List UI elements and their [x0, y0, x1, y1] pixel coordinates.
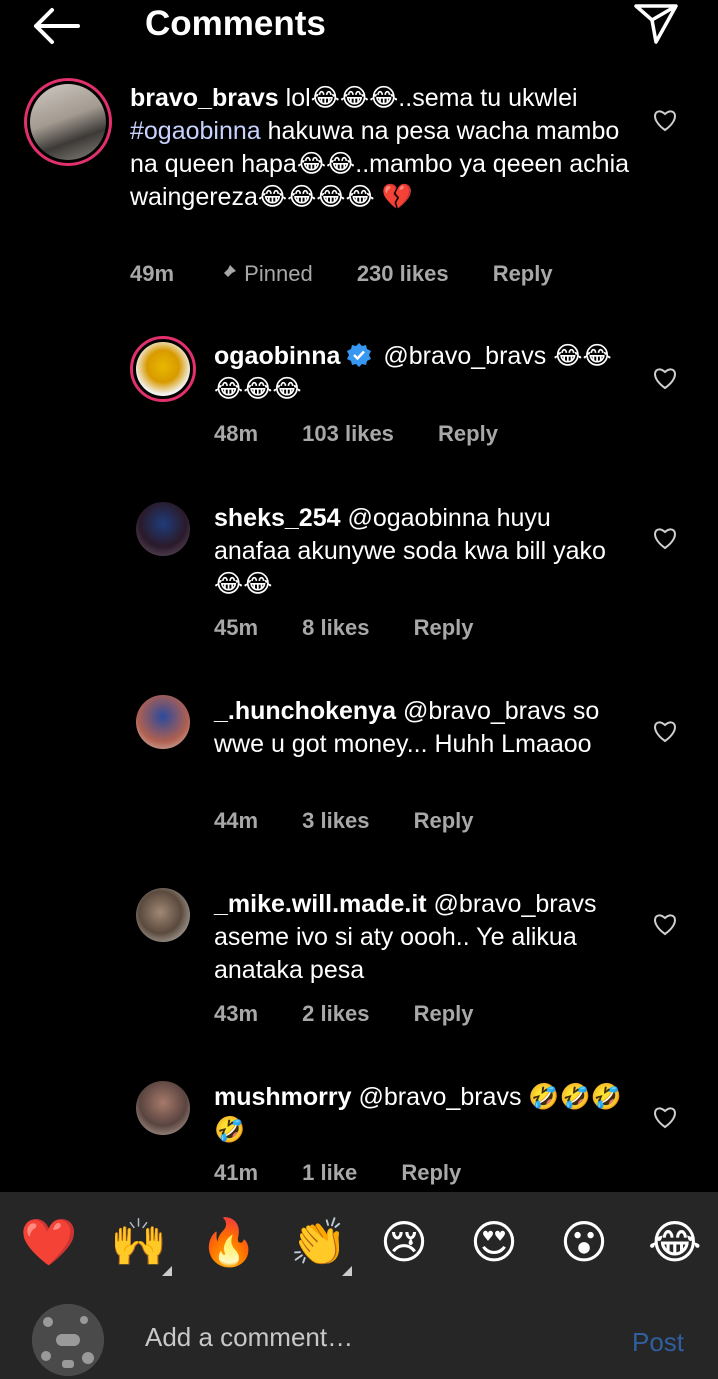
timestamp: 43m — [214, 1001, 259, 1026]
like-heart-icon[interactable] — [652, 719, 678, 743]
reaction-crying-button[interactable]: 😢 — [380, 1216, 428, 1268]
reaction-heart-button[interactable]: ❤️ — [20, 1216, 77, 1268]
username[interactable]: _mike.will.made.it — [214, 890, 427, 918]
post-button[interactable]: Post — [632, 1327, 684, 1358]
skin-tone-indicator-icon — [342, 1266, 352, 1276]
comment-text: bravo_bravs lol😂😂😂..sema tu ukwlei #ogao… — [130, 84, 630, 211]
timestamp: 49m — [130, 261, 175, 286]
skin-tone-indicator-icon — [162, 1266, 172, 1276]
reply-button[interactable]: Reply — [401, 1159, 461, 1187]
reply-button[interactable]: Reply — [414, 614, 474, 642]
reaction-fire-button[interactable]: 🔥 — [200, 1216, 257, 1268]
avatar[interactable] — [130, 336, 196, 402]
like-heart-icon[interactable] — [652, 108, 678, 132]
avatar[interactable] — [136, 502, 190, 556]
like-heart-icon[interactable] — [652, 1105, 678, 1129]
pin-icon — [221, 265, 237, 280]
comment-input[interactable]: Add a comment… — [145, 1322, 353, 1353]
quick-reactions-bar: ❤️ 🙌 🔥 👏 😢 😍 😮 😂 Add a comment… Post — [0, 1192, 718, 1379]
back-arrow-icon[interactable] — [30, 6, 82, 46]
reply-button[interactable]: Reply — [414, 1000, 474, 1028]
reaction-raised-hands-button[interactable]: 🙌 — [110, 1216, 167, 1268]
comment-meta: 49m Pinned 230 likes Reply — [130, 260, 591, 288]
gamepad-pattern-icon — [32, 1304, 104, 1376]
avatar[interactable] — [136, 1081, 190, 1135]
reply-button[interactable]: Reply — [438, 420, 498, 448]
header: Comments — [0, 0, 718, 60]
timestamp: 44m — [214, 808, 259, 833]
avatar[interactable] — [24, 78, 112, 166]
like-heart-icon[interactable] — [652, 526, 678, 550]
comment-text: mushmorry @bravo_bravs 🤣🤣🤣🤣 — [214, 1083, 622, 1144]
username[interactable]: mushmorry — [214, 1083, 352, 1111]
comment-ogaobinna: ogaobinna @bravo_bravs 😂😂😂😂😂 48m 103 lik… — [0, 336, 718, 466]
username[interactable]: sheks_254 — [214, 504, 341, 532]
reply-button[interactable]: Reply — [493, 260, 553, 288]
username[interactable]: bravo_bravs — [130, 84, 279, 112]
reaction-clap-button[interactable]: 👏 — [290, 1216, 347, 1268]
comment-text: ogaobinna @bravo_bravs 😂😂😂😂😂 — [214, 342, 612, 403]
timestamp: 45m — [214, 615, 259, 640]
reaction-surprised-button[interactable]: 😮 — [560, 1216, 608, 1268]
likes-count[interactable]: 8 likes — [302, 614, 369, 642]
like-heart-icon[interactable] — [652, 366, 678, 390]
comment-sheks-254: sheks_254 @ogaobinna huyu anafaa akunywe… — [0, 502, 718, 652]
comment-text: sheks_254 @ogaobinna huyu anafaa akunywe… — [214, 504, 606, 598]
username[interactable]: ogaobinna — [214, 342, 340, 370]
likes-count[interactable]: 1 like — [302, 1159, 357, 1187]
timestamp: 41m — [214, 1160, 259, 1185]
comment-meta: 44m 3 likes Reply — [214, 807, 512, 835]
comment-meta: 41m 1 like Reply — [214, 1159, 499, 1187]
reaction-heart-eyes-button[interactable]: 😍 — [470, 1216, 518, 1268]
comment-text: _.hunchokenya @bravo_bravs so wwe u got … — [214, 697, 600, 758]
pinned-label: Pinned — [218, 260, 313, 288]
avatar[interactable] — [136, 888, 190, 942]
verified-badge-icon — [347, 343, 372, 367]
likes-count[interactable]: 103 likes — [302, 420, 394, 448]
comment-hunchokenya: _.hunchokenya @bravo_bravs so wwe u got … — [0, 695, 718, 845]
comment-meta: 43m 2 likes Reply — [214, 1000, 512, 1028]
comment-mushmorry: mushmorry @bravo_bravs 🤣🤣🤣🤣 41m 1 like R… — [0, 1081, 718, 1191]
likes-count[interactable]: 3 likes — [302, 807, 369, 835]
comment-text: _mike.will.made.it @bravo_bravs aseme iv… — [214, 890, 597, 984]
hashtag-link[interactable]: #ogaobinna — [130, 117, 261, 145]
comment-meta: 48m 103 likes Reply — [214, 420, 536, 448]
likes-count[interactable]: 230 likes — [357, 260, 449, 288]
avatar[interactable] — [136, 695, 190, 749]
reaction-laughing-button[interactable]: 😂 — [648, 1216, 702, 1268]
page-title: Comments — [145, 4, 326, 43]
comment-mike-will-made-it: _mike.will.made.it @bravo_bravs aseme iv… — [0, 888, 718, 1038]
username[interactable]: _.hunchokenya — [214, 697, 396, 725]
likes-count[interactable]: 2 likes — [302, 1000, 369, 1028]
like-heart-icon[interactable] — [652, 912, 678, 936]
comment-meta: 45m 8 likes Reply — [214, 614, 512, 642]
send-icon[interactable] — [632, 2, 680, 46]
timestamp: 48m — [214, 421, 259, 446]
current-user-avatar — [32, 1304, 104, 1376]
reply-button[interactable]: Reply — [414, 807, 474, 835]
comment-bravo-bravs: bravo_bravs lol😂😂😂..sema tu ukwlei #ogao… — [0, 78, 718, 298]
